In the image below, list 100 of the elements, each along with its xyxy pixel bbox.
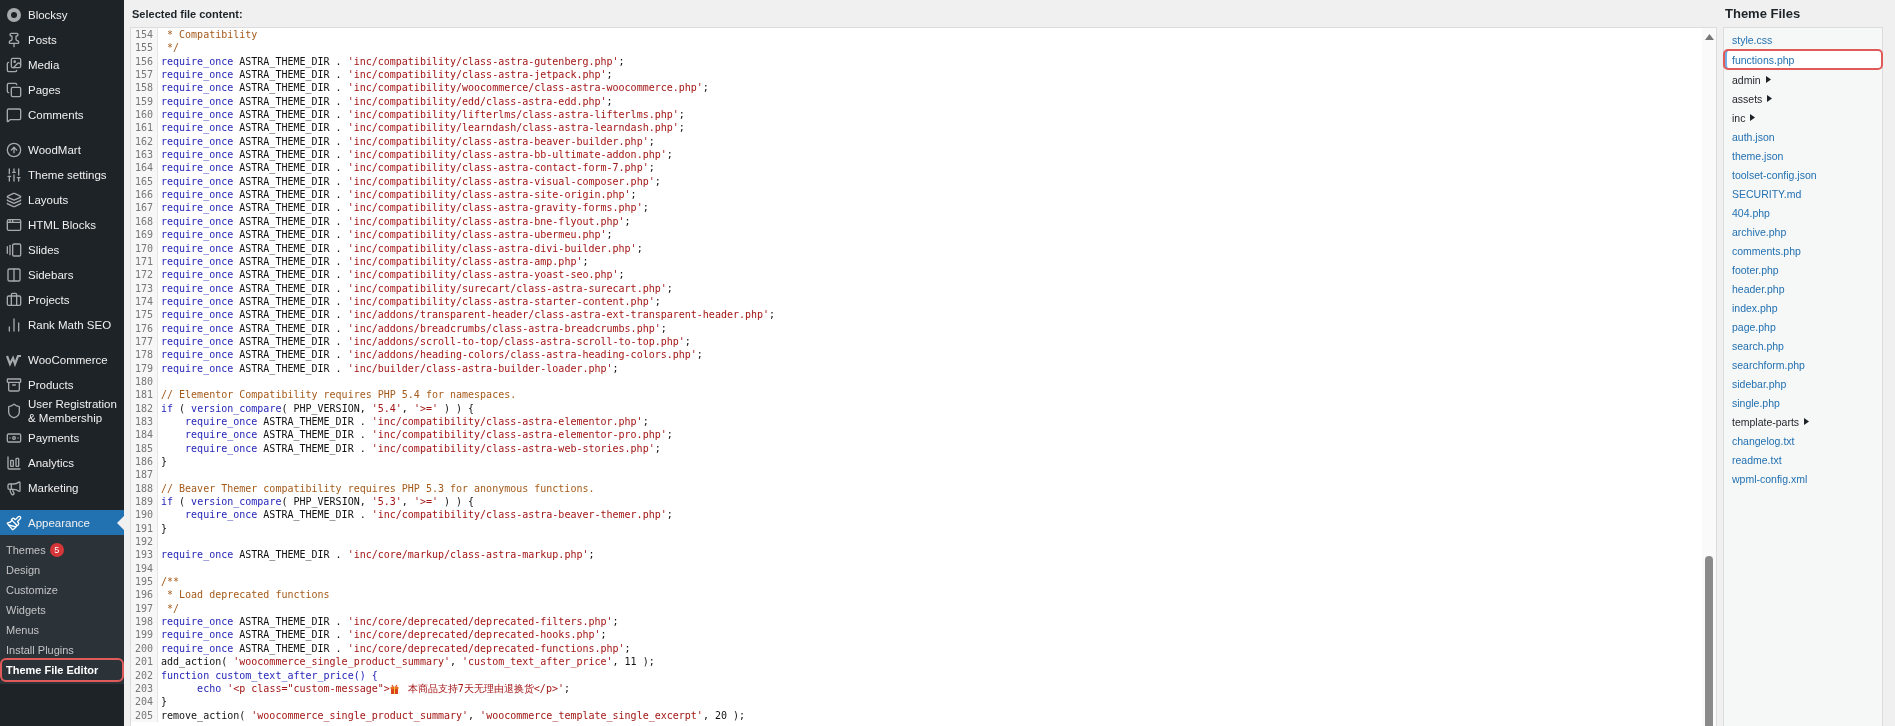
line-number: 201 [131,655,158,669]
code-editor[interactable] [130,27,1717,726]
file-item[interactable]: changelog.txt [1724,431,1882,450]
line-number: 161 [131,121,158,135]
code-line: require_once ASTRA_THEME_DIR . 'inc/compatibility/class-astra-gravity-forms.php'; [160,201,649,215]
code-line: require_once ASTRA_THEME_DIR . 'inc/addons/breadcrumbs/class-astra-breadcrumbs.php'; [160,321,667,335]
submenu-label: Widgets [6,604,46,616]
sidebar-item[interactable]: Rank Math SEO [0,312,124,337]
line-number: 154 [131,28,158,42]
code-line: require_once ASTRA_THEME_DIR . 'inc/compatibility/class-astra-yoast-seo.php'; [160,268,625,282]
expand-icon [1767,95,1773,102]
folder-item[interactable]: template-parts [1724,412,1882,431]
sidebar-label: Projects [28,292,70,307]
code-line: // Elementor Compatibility requires PHP 5.4 for namespaces. [160,388,517,402]
sidebar-item[interactable]: HTML Blocks [0,212,124,237]
file-item[interactable]: page.php [1724,317,1882,336]
window-icon [6,216,22,233]
sidebar-label: Sidebars [28,267,74,282]
file-item[interactable]: single.php [1724,393,1882,412]
submenu-item[interactable]: Menus [2,620,122,640]
line-number: 193 [131,548,158,562]
submenu-item[interactable]: Widgets [2,600,122,620]
sidebar-label: Theme settings [28,167,107,182]
sidebar-label: Analytics [28,455,75,470]
sidebar-item[interactable]: Media [0,52,124,77]
submenu-item[interactable]: Design [2,560,122,580]
file-item[interactable]: archive.php [1724,222,1882,241]
sidebar-item[interactable]: Layouts [0,187,124,212]
sidebar-item[interactable]: Products [0,372,124,397]
sidebar-item[interactable]: Slides [0,237,124,262]
speech-bubble-icon [6,106,22,123]
code-line: require_once ASTRA_THEME_DIR . 'inc/compatibility/class-astra-gutenberg.php'; [160,54,625,69]
submenu-item[interactable]: Install Plugins [2,640,122,660]
sidebar-item[interactable]: Marketing [0,475,124,500]
sidebar-label: WoodMart [28,142,81,157]
file-item[interactable]: style.css [1724,30,1882,49]
sidebar-item[interactable]: Sidebars [0,262,124,287]
folder-item[interactable]: inc [1724,108,1882,127]
bar-chart-icon [6,316,22,333]
sidebar-item[interactable]: Posts [0,27,124,52]
sidebar-label: Posts [28,32,57,47]
file-item[interactable]: sidebar.php [1724,374,1882,393]
submenu-item[interactable]: Customize [2,580,122,600]
sidebar-item[interactable]: WooCommerce [0,347,124,372]
expand-icon [1750,114,1756,121]
code-line: } [160,695,168,709]
folder-item[interactable]: assets [1724,89,1882,108]
sidebar-item[interactable]: Comments [0,102,124,127]
code-line: * Load deprecated functions [166,588,330,602]
scroll-thumb[interactable] [1705,556,1713,726]
scrollbar[interactable] [1702,28,1716,726]
code-line: require_once ASTRA_THEME_DIR . 'inc/compatibility/class-astra-ubermeu.php'; [160,228,613,242]
code-line: if ( version_compare( PHP_VERSION, '5.4', '>=' ) ) { [160,401,475,415]
sidebar-item[interactable]: WoodMart [0,137,124,162]
file-item[interactable]: header.php [1724,279,1882,298]
file-item[interactable]: toolset-config.json [1724,165,1882,184]
sidebar-item[interactable]: Appearance [0,510,124,535]
sidebar-label: Media [28,57,60,72]
file-item[interactable]: index.php [1724,298,1882,317]
submenu-label: Customize [6,584,58,596]
file-item[interactable]: readme.txt [1724,450,1882,469]
file-item[interactable]: wpml-config.xml [1724,469,1882,488]
code-line: require_once ASTRA_THEME_DIR . 'inc/addons/transparent-header/class-astra-ext-transparent-header.php'; [160,308,776,322]
sidebar-item[interactable]: Analytics [0,450,124,475]
sidebar-item[interactable]: Payments [0,425,124,450]
submenu-item[interactable]: Theme File Editor [2,660,122,680]
images-icon [6,56,22,73]
line-number: 195 [131,575,158,589]
count-badge: 5 [49,543,64,557]
sidebar-label: Payments [28,430,80,445]
file-item[interactable]: functions.php [1724,50,1882,69]
sidebar-label: User Registration & Membership [28,397,118,425]
sidebar-item[interactable]: Pages [0,77,124,102]
line-number: 186 [131,455,158,469]
line-number: 198 [131,615,158,629]
code-line: require_once ASTRA_THEME_DIR . 'inc/addons/heading-colors/class-astra-heading-colors.php'; [160,348,703,362]
line-number: 172 [131,268,158,282]
submenu-label: Themes [6,544,46,556]
scroll-up-icon[interactable] [1704,34,1714,40]
submenu-item[interactable]: Themes 5 [2,540,122,560]
code-line: require_once ASTRA_THEME_DIR . 'inc/compatibility/class-astra-site-origin.php'; [160,188,637,202]
file-item[interactable]: theme.json [1724,146,1882,165]
file-item[interactable]: searchform.php [1724,355,1882,374]
file-item[interactable]: 404.php [1724,203,1882,222]
code-line: add_action( 'woocommerce_single_product_summary', 'custom_text_after_price', 11 ); [160,655,655,669]
file-item[interactable]: comments.php [1724,241,1882,260]
sidebar-item[interactable]: Theme settings [0,162,124,187]
sidebar-item[interactable]: Blocksy [0,2,124,27]
file-item[interactable]: auth.json [1724,127,1882,146]
code-line: echo '<p class="custom-message"> [196,682,390,696]
line-number: 181 [131,388,158,402]
layers-icon [6,191,22,208]
file-item[interactable]: search.php [1724,336,1882,355]
sidebar-item[interactable]: Projects [0,287,124,312]
gift-icon [389,683,399,694]
folder-item[interactable]: admin [1724,70,1882,89]
file-item[interactable]: footer.php [1724,260,1882,279]
file-item[interactable]: SECURITY.md [1724,184,1882,203]
sidebar-label: Appearance [28,515,91,530]
sidebar-item[interactable]: User Registration & Membership [0,397,124,425]
